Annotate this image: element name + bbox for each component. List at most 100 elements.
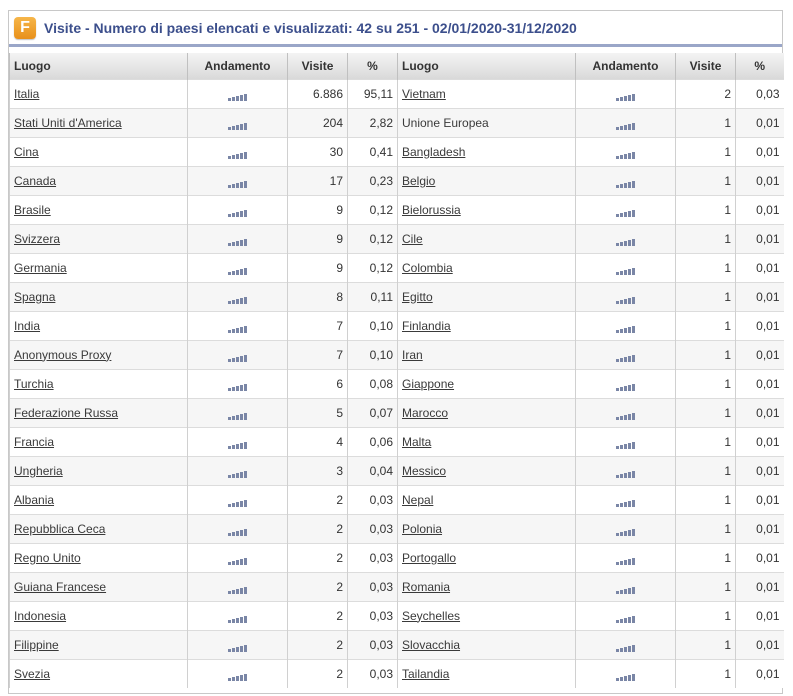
bar-chart-icon[interactable] (227, 290, 248, 304)
bar-chart-icon[interactable] (615, 464, 636, 478)
column-header-percent[interactable]: % (347, 53, 398, 79)
bar-chart-icon[interactable] (615, 493, 636, 507)
place-link[interactable]: Malta (402, 435, 431, 449)
bar-chart-icon[interactable] (615, 145, 636, 159)
column-header-visits[interactable]: Visite (675, 53, 736, 79)
bar-chart-icon[interactable] (227, 551, 248, 565)
bar-chart-icon[interactable] (615, 261, 636, 275)
bar-chart-icon[interactable] (227, 522, 248, 536)
percent-cell: 0,01 (735, 629, 784, 659)
place-cell: Federazione Russa (9, 397, 188, 427)
bar-chart-icon[interactable] (615, 580, 636, 594)
visits-cell: 17 (287, 165, 348, 195)
bar-chart-icon[interactable] (227, 116, 248, 130)
bar-chart-icon[interactable] (615, 638, 636, 652)
place-link[interactable]: Albania (14, 493, 54, 507)
bar-chart-icon[interactable] (615, 406, 636, 420)
bar-chart-icon[interactable] (227, 348, 248, 362)
place-link[interactable]: Egitto (402, 290, 433, 304)
bar-chart-icon[interactable] (615, 87, 636, 101)
place-link[interactable]: Colombia (402, 261, 453, 275)
bar-chart-icon[interactable] (615, 290, 636, 304)
place-link[interactable]: Canada (14, 174, 56, 188)
bar-chart-icon[interactable] (227, 261, 248, 275)
place-link[interactable]: Guiana Francese (14, 580, 106, 594)
place-link[interactable]: Marocco (402, 406, 448, 420)
place-link[interactable]: Messico (402, 464, 446, 478)
place-link[interactable]: Federazione Russa (14, 406, 118, 420)
place-link[interactable]: Belgio (402, 174, 435, 188)
place-link[interactable]: Italia (14, 87, 39, 101)
place-link[interactable]: Seychelles (402, 609, 460, 623)
bar-chart-icon[interactable] (615, 348, 636, 362)
bar-chart-icon[interactable] (615, 609, 636, 623)
place-link[interactable]: Finlandia (402, 319, 451, 333)
bar-chart-icon[interactable] (615, 667, 636, 682)
bar-chart-icon[interactable] (227, 493, 248, 507)
place-link[interactable]: Francia (14, 435, 54, 449)
place-link[interactable]: Bielorussia (402, 203, 461, 217)
bar-chart-icon[interactable] (227, 319, 248, 333)
trend-cell (575, 194, 676, 224)
place-link[interactable]: Regno Unito (14, 551, 81, 565)
bar-chart-icon[interactable] (227, 667, 248, 682)
bar-chart-icon[interactable] (227, 406, 248, 420)
place-link[interactable]: Repubblica Ceca (14, 522, 105, 536)
place-link[interactable]: Ungheria (14, 464, 63, 478)
bar-chart-icon[interactable] (227, 638, 248, 652)
place-link[interactable]: Indonesia (14, 609, 66, 623)
percent-cell: 0,03 (347, 600, 398, 630)
percent-cell: 0,01 (735, 165, 784, 195)
bar-chart-icon[interactable] (227, 87, 248, 101)
bar-chart-icon[interactable] (615, 319, 636, 333)
bar-chart-icon[interactable] (615, 116, 636, 130)
column-header-place[interactable]: Luogo (9, 53, 188, 79)
bar-chart-icon[interactable] (615, 435, 636, 449)
bar-chart-icon[interactable] (615, 551, 636, 565)
place-link[interactable]: Iran (402, 348, 423, 362)
bar-chart-icon[interactable] (227, 464, 248, 478)
place-link[interactable]: Turchia (14, 377, 54, 391)
place-link[interactable]: Polonia (402, 522, 442, 536)
bar-chart-icon[interactable] (615, 174, 636, 188)
place-link[interactable]: Germania (14, 261, 67, 275)
place-link[interactable]: Svizzera (14, 232, 60, 246)
place-link[interactable]: Cina (14, 145, 39, 159)
column-header-place[interactable]: Luogo (397, 53, 576, 79)
visits-cell: 4 (287, 426, 348, 456)
place-link[interactable]: Cile (402, 232, 423, 246)
bar-chart-icon[interactable] (615, 232, 636, 246)
trend-cell (575, 455, 676, 485)
bar-chart-icon[interactable] (227, 174, 248, 188)
place-link[interactable]: Anonymous Proxy (14, 348, 111, 362)
bar-chart-icon[interactable] (615, 377, 636, 391)
place-link[interactable]: Romania (402, 580, 450, 594)
visits-cell: 2 (287, 542, 348, 572)
bar-chart-icon[interactable] (227, 580, 248, 594)
place-link[interactable]: Tailandia (402, 667, 449, 681)
place-link[interactable]: Brasile (14, 203, 51, 217)
bar-chart-icon[interactable] (227, 435, 248, 449)
bar-chart-icon[interactable] (227, 203, 248, 217)
bar-chart-icon[interactable] (227, 609, 248, 623)
place-link[interactable]: Bangladesh (402, 145, 465, 159)
bar-chart-icon[interactable] (227, 377, 248, 391)
place-link[interactable]: Portogallo (402, 551, 456, 565)
place-link[interactable]: Nepal (402, 493, 433, 507)
bar-chart-icon[interactable] (615, 203, 636, 217)
place-link[interactable]: India (14, 319, 40, 333)
bar-chart-icon[interactable] (227, 232, 248, 246)
trend-cell (575, 165, 676, 195)
place-link[interactable]: Slovacchia (402, 638, 460, 652)
place-link[interactable]: Vietnam (402, 87, 446, 101)
bar-chart-icon[interactable] (615, 522, 636, 536)
place-link[interactable]: Giappone (402, 377, 454, 391)
place-link[interactable]: Filippine (14, 638, 59, 652)
column-header-percent[interactable]: % (735, 53, 784, 79)
bar-chart-icon[interactable] (227, 145, 248, 159)
place-link[interactable]: Stati Uniti d'America (14, 116, 122, 130)
place-link[interactable]: Svezia (14, 667, 50, 681)
column-header-visits[interactable]: Visite (287, 53, 348, 79)
trend-cell (575, 658, 676, 688)
place-link[interactable]: Spagna (14, 290, 55, 304)
